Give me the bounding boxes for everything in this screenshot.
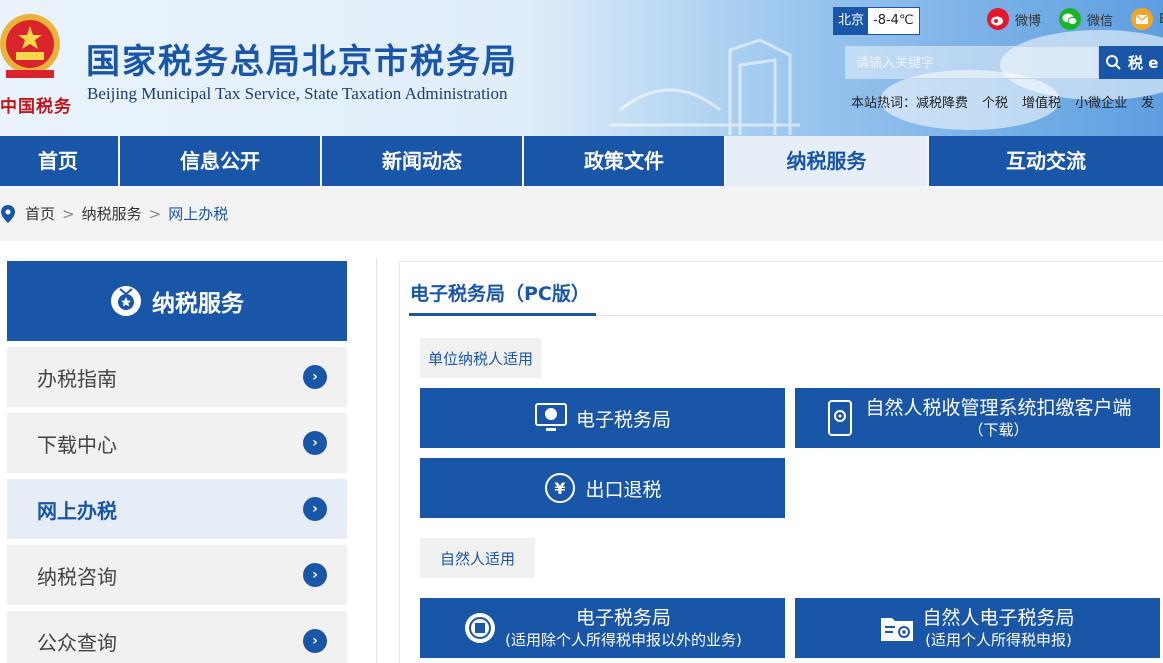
chevron-right-icon: › <box>303 563 327 587</box>
mobile-device-icon <box>823 400 857 436</box>
individual-e-tax-label: 电子税务局 <box>575 606 671 629</box>
hot-word-link[interactable]: 增值税 <box>1022 96 1061 111</box>
withholding-client-sublabel: （下载） <box>968 420 1029 439</box>
wechat-icon <box>1059 8 1081 30</box>
mail-label: E <box>1159 12 1163 27</box>
search-bar: 税 e <box>845 46 1163 79</box>
sidebar-item-label: 办税指南 <box>37 366 117 391</box>
wechat-label: 微信 <box>1087 13 1114 29</box>
nav-item-home[interactable]: 首页 <box>0 136 120 186</box>
chevron-right-icon: › <box>303 431 327 455</box>
computer-icon <box>534 401 568 435</box>
hot-word-link[interactable]: 发 <box>1141 96 1154 111</box>
weibo-label: 微博 <box>1015 13 1042 29</box>
export-refund-label: 出口退税 <box>585 478 662 501</box>
search-button-label: 税 e <box>1128 54 1159 72</box>
chevron-right-icon: › <box>303 497 327 521</box>
hot-words: 本站热词：减税降费 个税 增值税 小微企业发 <box>851 92 1163 111</box>
search-button[interactable]: 税 e <box>1099 46 1163 79</box>
nav-item-tax-service[interactable]: 纳税服务 <box>726 136 929 186</box>
withholding-client-label: 自然人税收管理系统扣缴客户端 <box>865 396 1132 419</box>
nav-item-info-disclosure[interactable]: 信息公开 <box>120 136 322 186</box>
sidebar-item-online-tax[interactable]: 网上办税 › <box>7 479 347 539</box>
weibo-icon <box>987 8 1009 30</box>
breadcrumb: 首页 > 纳税服务 > 网上办税 <box>0 186 1163 241</box>
mail-link[interactable]: E <box>1131 8 1163 30</box>
site-title[interactable]: 国家税务总局北京市税务局 <box>86 34 518 83</box>
sidebar-item-label: 纳税咨询 <box>37 564 117 589</box>
sidebar-item-label: 公众查询 <box>37 630 117 655</box>
nav-item-news[interactable]: 新闻动态 <box>322 136 524 186</box>
individual-e-tax-sublabel: (适用除个人所得税申报以外的业务) <box>505 630 742 649</box>
sidebar-title: 纳税服务 <box>152 291 244 317</box>
site-header: 中国税务 国家税务总局北京市税务局 Beijing Municipal Tax … <box>0 0 1163 136</box>
natural-person-e-tax-sublabel: (适用个人所得税申报) <box>925 630 1072 649</box>
weather-temperature: -8-4℃ <box>873 13 914 28</box>
chevron-right-icon: › <box>303 365 327 389</box>
national-emblem-icon <box>0 14 60 78</box>
hot-words-label: 本站热词： <box>851 96 917 111</box>
seal-logo-text: 中国税务 <box>0 97 72 117</box>
nav-item-policy[interactable]: 政策文件 <box>524 136 726 186</box>
weibo-link[interactable]: 微博 <box>987 8 1041 30</box>
medal-icon <box>111 286 141 316</box>
svg-text:¥: ¥ <box>555 479 566 498</box>
folder-eye-icon <box>880 611 914 645</box>
cctv-tower-illustration <box>610 38 800 135</box>
breadcrumb-separator: > <box>62 204 75 223</box>
export-refund-button[interactable]: ¥ 出口退税 <box>420 458 785 518</box>
hot-word-link[interactable]: 减税降费 <box>916 96 968 111</box>
breadcrumb-current[interactable]: 网上办税 <box>168 203 228 224</box>
sidebar-item-download-center[interactable]: 下载中心 › <box>7 413 347 473</box>
breadcrumb-home[interactable]: 首页 <box>25 203 55 224</box>
chevron-right-icon: › <box>303 629 327 653</box>
search-icon <box>1106 55 1121 70</box>
location-pin-icon <box>1 204 15 223</box>
natural-person-e-tax-button[interactable]: 自然人电子税务局 (适用个人所得税申报) <box>795 598 1160 658</box>
withholding-client-button[interactable]: 自然人税收管理系统扣缴客户端 （下载） <box>795 388 1160 448</box>
sidebar-item-public-query[interactable]: 公众查询 › <box>7 611 347 663</box>
hot-word-link[interactable]: 个税 <box>982 96 1008 111</box>
e-tax-bureau-button[interactable]: 电子税务局 <box>420 388 785 448</box>
section-tag-individual: 自然人适用 <box>420 538 536 578</box>
sidebar-item-label: 网上办税 <box>37 498 117 523</box>
tax-emblem-icon <box>463 611 497 645</box>
mail-icon <box>1131 8 1153 30</box>
section-tag-enterprise: 单位纳税人适用 <box>420 338 542 378</box>
sidebar-item-tax-consulting[interactable]: 纳税咨询 › <box>7 545 347 605</box>
nav-item-interaction[interactable]: 互动交流 <box>929 136 1163 186</box>
site-subtitle: Beijing Municipal Tax Service, State Tax… <box>87 84 508 103</box>
e-tax-bureau-label: 电子税务局 <box>575 408 671 431</box>
sidebar-item-label: 下载中心 <box>37 432 117 457</box>
wechat-link[interactable]: 微信 <box>1059 8 1113 30</box>
breadcrumb-separator: > <box>148 204 162 223</box>
breadcrumb-tax-service[interactable]: 纳税服务 <box>82 203 142 224</box>
sidebar-item-tax-guide[interactable]: 办税指南 › <box>7 347 347 407</box>
hot-word-link[interactable]: 小微企业 <box>1075 96 1127 111</box>
panel-title: 电子税务局（PC版） <box>410 283 590 305</box>
yen-refund-icon: ¥ <box>543 471 577 505</box>
search-input[interactable] <box>845 46 1099 79</box>
weather-widget: 北京 -8-4℃ <box>833 7 920 35</box>
panel-title-underline <box>409 313 596 316</box>
column-divider <box>376 258 377 663</box>
sidebar-header: 纳税服务 <box>7 261 347 341</box>
natural-person-e-tax-label: 自然人电子税务局 <box>922 606 1075 629</box>
main-nav: 首页 信息公开 新闻动态 政策文件 纳税服务 互动交流 <box>0 136 1163 186</box>
individual-e-tax-bureau-button[interactable]: 电子税务局 (适用除个人所得税申报以外的业务) <box>420 598 785 658</box>
weather-city: 北京 <box>834 8 869 34</box>
